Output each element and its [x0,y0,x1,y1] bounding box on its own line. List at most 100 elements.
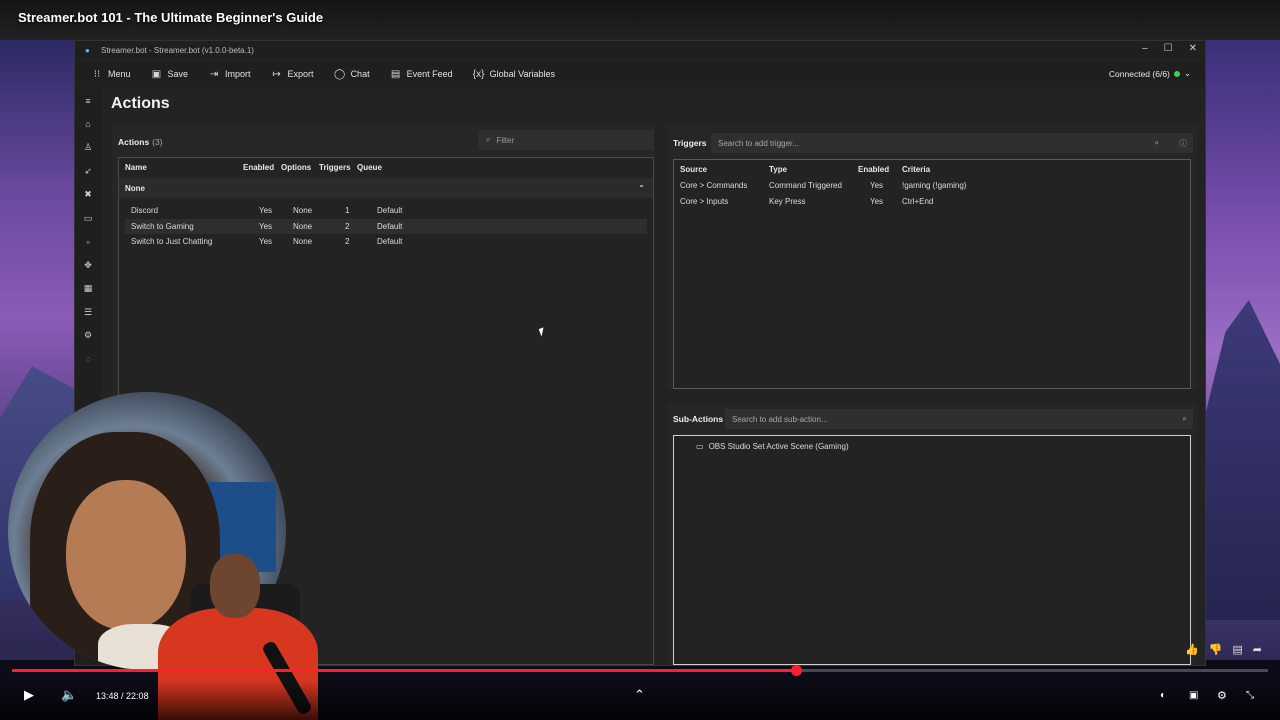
event-feed-label: Event Feed [406,69,453,79]
captions-icon[interactable]: ▣ [1189,690,1198,701]
streamerbot-logo-icon: ● [85,46,90,55]
triggers-panel: Triggers Search to add trigger... ⌕ ⓘ So… [667,125,1197,389]
col-source[interactable]: Source [680,165,769,174]
trigger-row[interactable]: Core > Commands Command Triggered Yes !g… [674,178,1190,194]
global-variables-label: Global Variables [489,69,555,79]
menu-button[interactable]: ⁝⁝ Menu [83,63,139,85]
chevron-up-icon[interactable]: ⌃ [638,184,645,193]
trigger-search-placeholder: Search to add trigger... [718,138,799,148]
share-icon[interactable]: ➦ [1253,643,1262,656]
progress-fill [12,669,796,672]
subaction-search-input[interactable]: Search to add sub-action... ⌕ [725,409,1193,429]
group-row-none[interactable]: None ⌃ [119,178,653,198]
list-icon[interactable]: ☰ [75,301,101,325]
rocket-icon[interactable]: ➶ [75,160,101,184]
row-enabled: Yes [259,221,273,231]
import-button[interactable]: ⇥ Import [200,63,259,85]
row-name: Switch to Gaming [131,221,194,231]
variables-icon: {x} [472,68,485,80]
list-item[interactable]: ▭ OBS Studio Set Active Scene (Gaming) [696,442,849,451]
row-queue: Default [377,237,403,247]
col-criteria[interactable]: Criteria [898,165,1048,174]
export-button[interactable]: ↦ Export [263,63,322,85]
filter-input[interactable]: ⌕ Filter [478,130,654,150]
play-icon[interactable]: ▶ [24,687,34,703]
triggers-table: Source Type Enabled Criteria Core > Comm… [673,159,1191,389]
row-options: None [293,206,313,216]
current-time: 13:48 [96,691,119,701]
dislike-icon[interactable]: 👎 [1209,643,1223,656]
chat-button[interactable]: ◯ Chat [326,63,378,85]
chat-bubble-icon[interactable]: ▭ [75,207,101,231]
window-titlebar: ● Streamer.bot - Streamer.bot (v1.0.0-be… [75,41,1205,59]
info-icon[interactable]: ⓘ [1179,138,1187,149]
progress-bar[interactable] [12,665,1268,676]
fullscreen-icon[interactable]: ⤡ [1246,690,1254,701]
home-icon[interactable]: ⌂ [75,113,101,137]
table-row-selected[interactable]: Switch to Gaming Yes None 2 Default [125,218,647,234]
row-enabled: Yes [259,206,273,216]
event-feed-button[interactable]: ▤ Event Feed [382,63,461,85]
col-queue[interactable]: Queue [357,163,397,172]
obs-icon: ▭ [696,442,704,451]
misc-icon[interactable]: ◌ [75,348,101,372]
progress-knob[interactable] [790,665,802,676]
trigger-type: Command Triggered [769,181,842,191]
like-icon[interactable]: 👍 [1185,643,1199,656]
col-options[interactable]: Options [281,163,319,172]
trigger-criteria: Ctrl+End [902,196,934,206]
table-row[interactable]: Switch to Just Chatting Yes None 2 Defau… [119,234,653,250]
grid-icon: ⁝⁝ [93,68,101,80]
connection-status-text: Connected (6/6) [1108,68,1170,79]
import-icon: ⇥ [209,68,219,80]
status-dot-icon [1173,70,1180,77]
settings-alt-icon[interactable]: ⚙ [75,324,101,348]
chevron-up-icon[interactable]: ⌃ [634,687,645,703]
search-icon: ⌕ [1154,138,1159,147]
maximize-icon[interactable]: ☐ [1164,43,1173,54]
row-options: None [293,237,313,247]
video-icon[interactable]: ▫ [75,230,101,254]
col-type[interactable]: Type [769,165,858,174]
col-enabled[interactable]: Enabled [243,163,281,172]
table-row[interactable]: Discord Yes None 1 Default [119,203,653,219]
menu-label: Menu [108,69,131,79]
minimize-icon[interactable]: – [1142,43,1148,54]
trigger-row[interactable]: Core > Inputs Key Press Yes Ctrl+End [674,194,1190,210]
volume-icon[interactable]: 🔈 [61,687,77,703]
global-variables-button[interactable]: {x} Global Variables [465,63,563,85]
row-queue: Default [377,206,403,216]
trigger-search-input[interactable]: Search to add trigger... ⌕ ⓘ [711,133,1193,153]
apps-icon[interactable]: ▦ [75,277,101,301]
hamburger-icon[interactable]: ≡ [75,89,101,113]
trigger-criteria: !gaming (!gaming) [902,181,967,191]
group-label: None [125,183,145,193]
trigger-enabled: Yes [870,181,884,191]
row-name: Discord [131,206,159,216]
window-title: Streamer.bot - Streamer.bot (v1.0.0-beta… [101,45,254,55]
autoplay-toggle-icon[interactable]: ◐ [1160,690,1166,701]
save-label: Save [167,69,189,79]
person-head [210,554,260,618]
subactions-panel: Sub-Actions Search to add sub-action... … [667,403,1197,665]
page-title: Actions [111,95,170,112]
row-queue: Default [377,221,403,231]
event-feed-icon: ▤ [390,68,401,80]
actions-header-label: Actions [118,137,150,147]
save-button[interactable]: ▣ Save [143,63,197,85]
actions-table-header: Name Enabled Options Triggers Queue [119,158,653,176]
close-icon[interactable]: ✕ [1189,43,1197,54]
col-enabled[interactable]: Enabled [858,165,898,174]
user-icon[interactable]: ♙ [75,136,101,160]
actions-count: (3) [152,137,163,147]
video-title[interactable]: Streamer.bot 101 - The Ultimate Beginner… [18,10,323,25]
save-icon: ▣ [151,68,162,80]
settings-icon[interactable]: ⚙ [1217,689,1227,702]
comment-icon[interactable]: ▤ [1232,643,1242,656]
plugin-icon[interactable]: ✥ [75,254,101,278]
time-display: 13:48 / 22:08 [96,691,149,701]
col-triggers[interactable]: Triggers [319,163,357,172]
tools-icon[interactable]: ✖ [75,183,101,207]
col-name[interactable]: Name [125,163,243,172]
connection-status[interactable]: Connected (6/6) ⌄ [1109,68,1191,79]
